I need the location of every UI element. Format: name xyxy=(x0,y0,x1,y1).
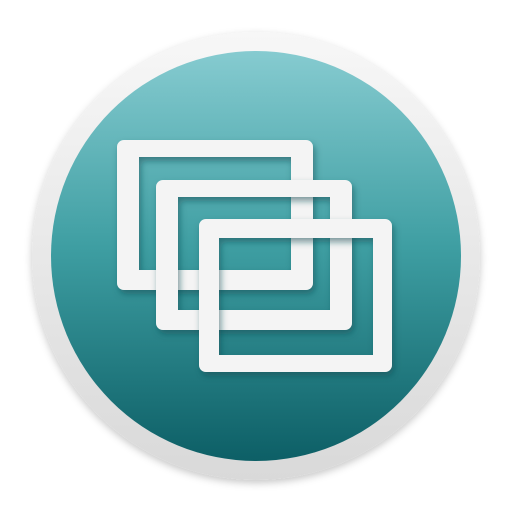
app-icon-graphic xyxy=(32,32,480,480)
app-icon xyxy=(0,0,512,512)
icon-teal-disc xyxy=(51,51,461,461)
